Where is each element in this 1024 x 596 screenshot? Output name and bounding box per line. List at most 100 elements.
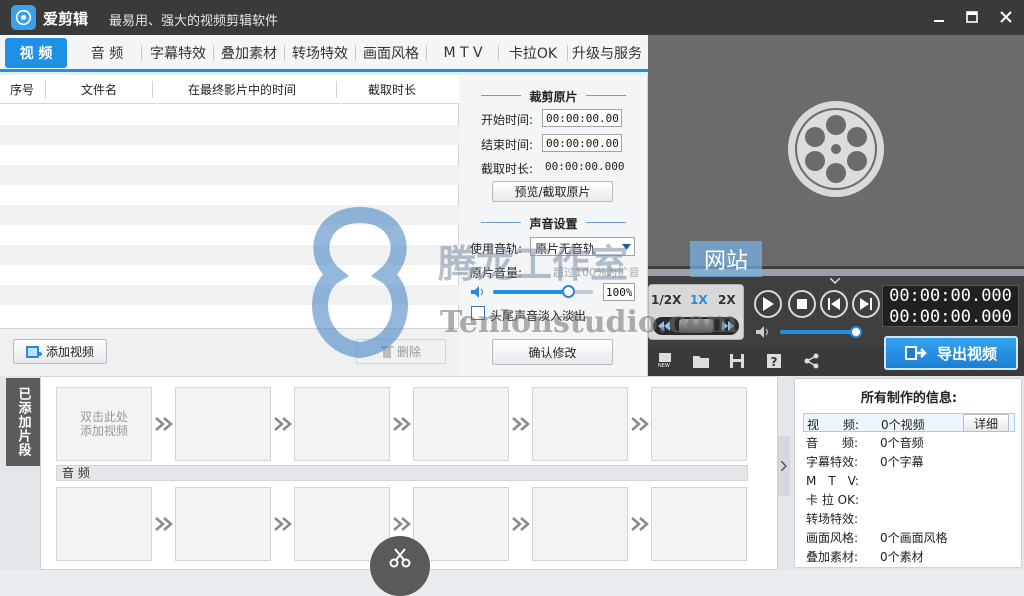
share-icon[interactable] — [803, 352, 821, 370]
video-preview — [648, 35, 1024, 266]
speed-1x[interactable]: 1X — [690, 293, 708, 307]
tab-transitions[interactable]: 转场特效 — [288, 38, 352, 68]
add-video-button[interactable]: 添加视频 — [13, 339, 107, 364]
chevron-right-icon — [781, 461, 787, 471]
info-value: 0个画面风格 — [880, 531, 948, 545]
info-key: 叠加素材: — [806, 550, 859, 564]
video-clip-slot[interactable] — [532, 387, 628, 461]
volume-slider[interactable] — [493, 285, 593, 298]
video-clip-slot[interactable] — [175, 387, 271, 461]
clip-table-footer: 添加视频 删除 — [0, 328, 459, 376]
jog-wheel[interactable] — [653, 317, 739, 335]
info-key: 音 频: — [806, 436, 859, 450]
player-volume-slider[interactable] — [780, 326, 862, 338]
video-clip-slot[interactable] — [294, 387, 390, 461]
seek-bar[interactable] — [648, 269, 1024, 276]
info-key: 字幕特效: — [806, 455, 859, 469]
maximize-icon[interactable] — [963, 8, 981, 26]
sequence-arrow-icon — [155, 417, 173, 431]
play-button[interactable] — [754, 290, 782, 318]
speed-2x[interactable]: 2X — [718, 293, 736, 307]
tab-video[interactable]: 视 频 — [5, 38, 67, 68]
table-row — [0, 165, 459, 185]
col-duration: 截取时长 — [368, 83, 417, 97]
player-controls: 1/2X 1X 2X 00:00:00.000 00:00:00.000 — [648, 266, 1024, 346]
sequence-arrow-icon — [512, 417, 530, 431]
volume-slider-handle[interactable] — [562, 285, 575, 298]
table-header: 序号 文件名 在最终影片中的时间 截取时长 — [0, 75, 459, 104]
close-icon[interactable] — [997, 8, 1015, 26]
svg-text:NEW: NEW — [658, 363, 670, 369]
audio-clip-slot[interactable] — [532, 487, 628, 561]
scissors-icon — [389, 548, 411, 568]
step-forward-icon — [860, 298, 872, 310]
audio-track-select[interactable]: 原片无音轨 — [530, 237, 635, 256]
app-logo-icon — [11, 5, 36, 30]
info-row: 画面风格: 0个画面风格 — [803, 527, 1015, 546]
speaker-icon — [756, 326, 768, 338]
info-row: 音 频: 0个音频 — [803, 432, 1015, 451]
add-video-label: 添加视频 — [45, 345, 94, 359]
video-clip-slot[interactable]: 双击此处 添加视频 — [56, 387, 152, 461]
speed-selector: 1/2X 1X 2X — [648, 284, 744, 340]
info-key: 转场特效: — [806, 512, 859, 526]
prev-frame-button[interactable] — [820, 290, 848, 318]
tab-subtitle-effects[interactable]: 字幕特效 — [146, 38, 210, 68]
help-icon[interactable]: ? — [765, 352, 783, 370]
rewind-icon[interactable] — [658, 321, 670, 331]
info-key: M T V: — [806, 474, 859, 488]
save-icon[interactable] — [728, 352, 746, 370]
start-time-input[interactable] — [542, 109, 622, 127]
tab-mtv[interactable]: M T V — [432, 38, 494, 68]
col-filename: 文件名 — [81, 83, 118, 97]
end-time-input[interactable] — [542, 134, 622, 152]
duration-value: 00:00:00.000 — [545, 160, 625, 173]
info-value: 0个视频 — [881, 418, 925, 432]
audio-clip-slot[interactable] — [413, 487, 509, 561]
sequence-arrow-icon — [274, 517, 292, 531]
video-clip-slot[interactable] — [413, 387, 509, 461]
audio-clip-slot[interactable] — [175, 487, 271, 561]
preview-crop-button[interactable]: 预览/截取原片 — [492, 181, 613, 202]
tab-karaoke[interactable]: 卡拉OK — [503, 38, 563, 68]
stop-button[interactable] — [788, 290, 816, 318]
sequence-arrow-icon — [155, 517, 173, 531]
volume-percent-input[interactable] — [603, 283, 635, 301]
delete-button[interactable]: 删除 — [356, 339, 446, 364]
table-row — [0, 205, 459, 225]
info-key: 画面风格: — [806, 531, 859, 545]
volume-label: 原片音量: — [470, 266, 523, 280]
fast-forward-icon[interactable] — [722, 321, 734, 331]
info-row: 转场特效: — [803, 508, 1015, 527]
detail-button[interactable]: 详细 — [963, 414, 1009, 432]
tab-audio[interactable]: 音 频 — [76, 38, 138, 68]
video-clip-slot[interactable] — [651, 387, 747, 461]
split-clip-button[interactable] — [370, 536, 430, 596]
next-frame-button[interactable] — [852, 290, 880, 318]
confirm-changes-button[interactable]: 确认修改 — [492, 339, 613, 365]
export-video-button[interactable]: 导出视频 — [884, 336, 1018, 370]
collapse-panel-button[interactable] — [778, 436, 790, 496]
tab-overlay[interactable]: 叠加素材 — [217, 38, 281, 68]
new-project-icon[interactable]: NEW — [656, 352, 674, 370]
fade-checkbox[interactable] — [471, 306, 485, 320]
minimize-icon[interactable] — [930, 8, 948, 26]
col-index: 序号 — [10, 83, 35, 97]
tab-styles[interactable]: 画面风格 — [359, 38, 423, 68]
chevron-down-icon[interactable] — [830, 278, 840, 284]
end-time-label: 结束时间: — [481, 138, 534, 152]
sequence-arrow-icon — [631, 517, 649, 531]
player-volume-handle[interactable] — [850, 326, 862, 338]
open-folder-icon[interactable] — [692, 352, 710, 370]
tab-upgrade-service[interactable]: 升级与服务 — [570, 38, 644, 68]
audio-clip-slot[interactable] — [651, 487, 747, 561]
start-time-label: 开始时间: — [481, 113, 534, 127]
sequence-arrow-icon — [393, 517, 411, 531]
info-value: 0个字幕 — [880, 455, 924, 469]
added-clips-tab[interactable]: 已添加片段 — [6, 378, 40, 466]
time-total: 00:00:00.000 — [889, 307, 1012, 327]
chevron-down-icon — [622, 244, 631, 250]
speed-half[interactable]: 1/2X — [651, 293, 681, 307]
info-value: 0个素材 — [880, 550, 924, 564]
audio-clip-slot[interactable] — [56, 487, 152, 561]
